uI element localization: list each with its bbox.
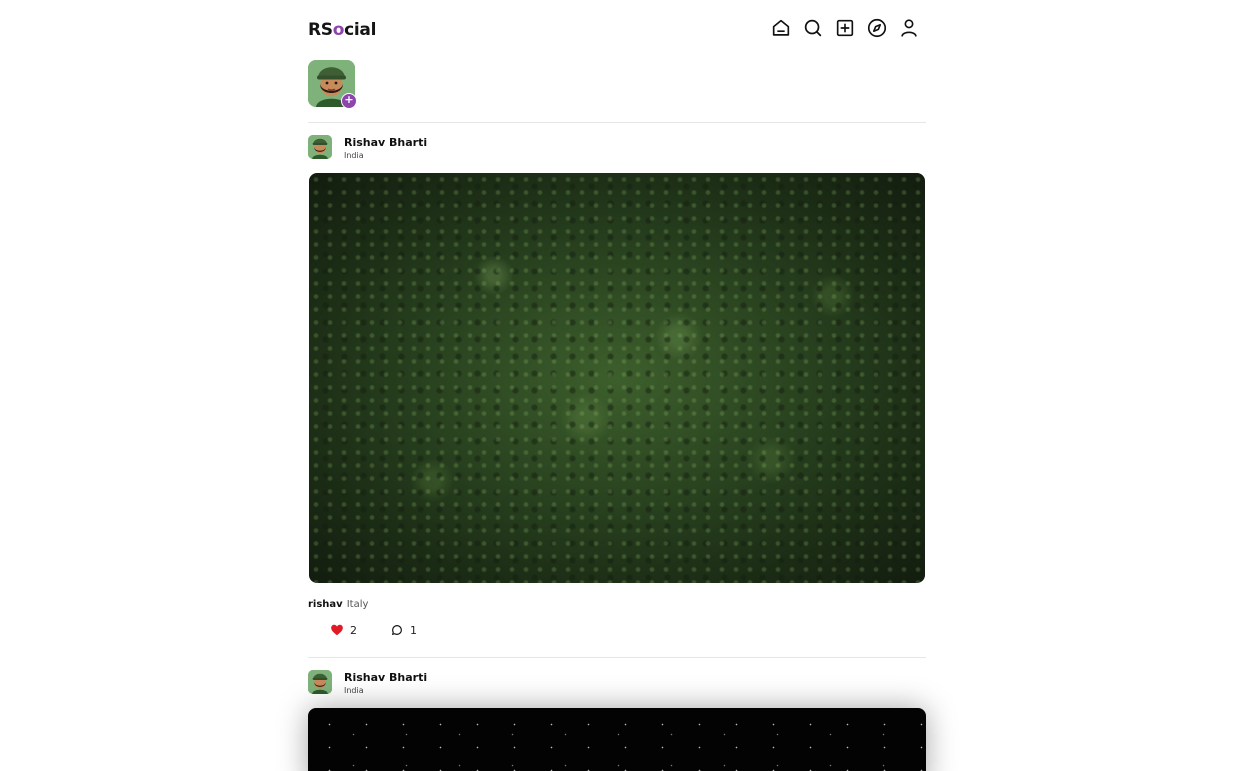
caption-text: Italy <box>346 599 369 610</box>
comment-icon <box>392 625 402 635</box>
profile-icon[interactable] <box>898 17 920 39</box>
post-image[interactable] <box>309 173 925 583</box>
caption-username[interactable]: rishav <box>308 599 343 610</box>
like-button[interactable]: 2 <box>330 623 357 637</box>
post-author-avatar[interactable] <box>308 135 332 159</box>
home-icon[interactable] <box>770 17 792 39</box>
post-header: Rishav Bharti India <box>308 658 926 708</box>
explore-icon[interactable] <box>866 17 888 39</box>
my-story-avatar[interactable]: + <box>308 60 357 109</box>
add-story-button[interactable]: + <box>341 93 357 109</box>
brand-suffix: cial <box>344 20 377 40</box>
create-post-icon[interactable] <box>834 17 856 39</box>
forest-texture <box>309 173 925 583</box>
post-caption: rishav Italy <box>308 599 926 613</box>
brand-logo[interactable]: RSocial <box>308 20 376 40</box>
avatar-illustration <box>308 670 332 694</box>
avatar-illustration <box>308 135 332 159</box>
stories-bar: + <box>308 58 926 123</box>
app-root: RSocial + Rishav Bharti India rishav Ita… <box>0 0 1233 771</box>
night-sky-photo <box>308 708 926 771</box>
post-author-name[interactable]: Rishav Bharti <box>344 136 427 149</box>
post-card: Rishav Bharti India <box>308 658 926 771</box>
heart-icon <box>331 624 343 636</box>
comment-count: 1 <box>410 623 417 637</box>
feed-container: RSocial + Rishav Bharti India rishav Ita… <box>308 0 926 771</box>
post-author-name[interactable]: Rishav Bharti <box>344 671 427 684</box>
like-count: 2 <box>350 623 357 637</box>
post-header: Rishav Bharti India <box>308 123 926 173</box>
brand-prefix: RS <box>308 20 333 40</box>
top-header: RSocial <box>308 0 926 58</box>
post-card: Rishav Bharti India rishav Italy 2 1 <box>308 123 926 658</box>
comment-button[interactable]: 1 <box>390 623 417 637</box>
search-icon[interactable] <box>802 17 824 39</box>
brand-accent: o <box>332 20 345 40</box>
post-actions: 2 1 <box>308 613 926 658</box>
post-author-avatar[interactable] <box>308 670 332 694</box>
nav-bar <box>770 17 920 39</box>
post-location: India <box>344 686 364 695</box>
post-image[interactable] <box>308 708 926 771</box>
post-location: India <box>344 151 364 160</box>
